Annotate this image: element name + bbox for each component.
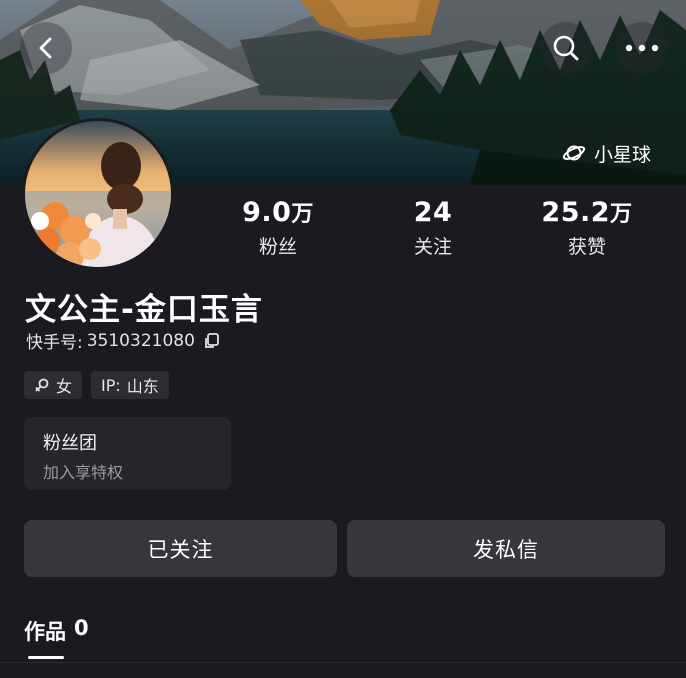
- tab-works[interactable]: 作品 0: [24, 616, 89, 646]
- profile-tags: 女 IP: 山东: [24, 371, 169, 399]
- works-tab-count: 0: [74, 616, 89, 640]
- back-button[interactable]: [20, 22, 72, 74]
- following-stat[interactable]: 24 关注: [363, 197, 503, 261]
- avatar[interactable]: [22, 118, 174, 270]
- following-count: 24: [413, 197, 453, 228]
- ip-value: 山东: [126, 377, 159, 396]
- following-label: 关注: [413, 236, 452, 258]
- ip-label: IP:: [101, 375, 121, 395]
- search-icon: [553, 35, 579, 61]
- planet-link[interactable]: 小星球: [562, 138, 651, 168]
- more-icon: [625, 44, 659, 52]
- likes-stat[interactable]: 25.2万 获赞: [517, 197, 657, 261]
- fan-club-card[interactable]: 粉丝团 加入享特权: [24, 417, 231, 490]
- planet-label: 小星球: [594, 143, 652, 166]
- female-icon: [35, 378, 49, 392]
- user-id-row: 快手号: 3510321080: [26, 328, 221, 353]
- ip-tag: IP: 山东: [91, 371, 169, 399]
- send-message-button[interactable]: 发私信: [347, 520, 665, 577]
- likes-label: 获赞: [567, 236, 606, 258]
- followers-stat[interactable]: 9.0万 粉丝: [208, 197, 348, 261]
- followed-button[interactable]: 已关注: [24, 520, 337, 577]
- fan-club-subtitle: 加入享特权: [43, 463, 124, 482]
- works-tab-label: 作品: [24, 620, 66, 644]
- avatar-image: [25, 121, 171, 267]
- user-id-label: 快手号:: [26, 333, 83, 353]
- more-button[interactable]: [616, 22, 668, 74]
- user-id-value: 3510321080: [86, 330, 195, 351]
- tab-divider: [0, 662, 686, 663]
- active-tab-indicator: [28, 656, 64, 659]
- gender-tag: 女: [24, 371, 83, 399]
- gender-label: 女: [56, 377, 73, 396]
- back-arrow-icon: [39, 37, 52, 59]
- followers-count: 9.0万: [242, 197, 314, 228]
- followers-label: 粉丝: [258, 236, 297, 258]
- planet-icon: [562, 145, 586, 161]
- copy-icon[interactable]: [203, 332, 221, 350]
- search-button[interactable]: [540, 22, 592, 74]
- fan-club-title: 粉丝团: [43, 433, 97, 454]
- likes-count: 25.2万: [541, 197, 633, 228]
- profile-name: 文公主-金口玉言: [25, 292, 263, 328]
